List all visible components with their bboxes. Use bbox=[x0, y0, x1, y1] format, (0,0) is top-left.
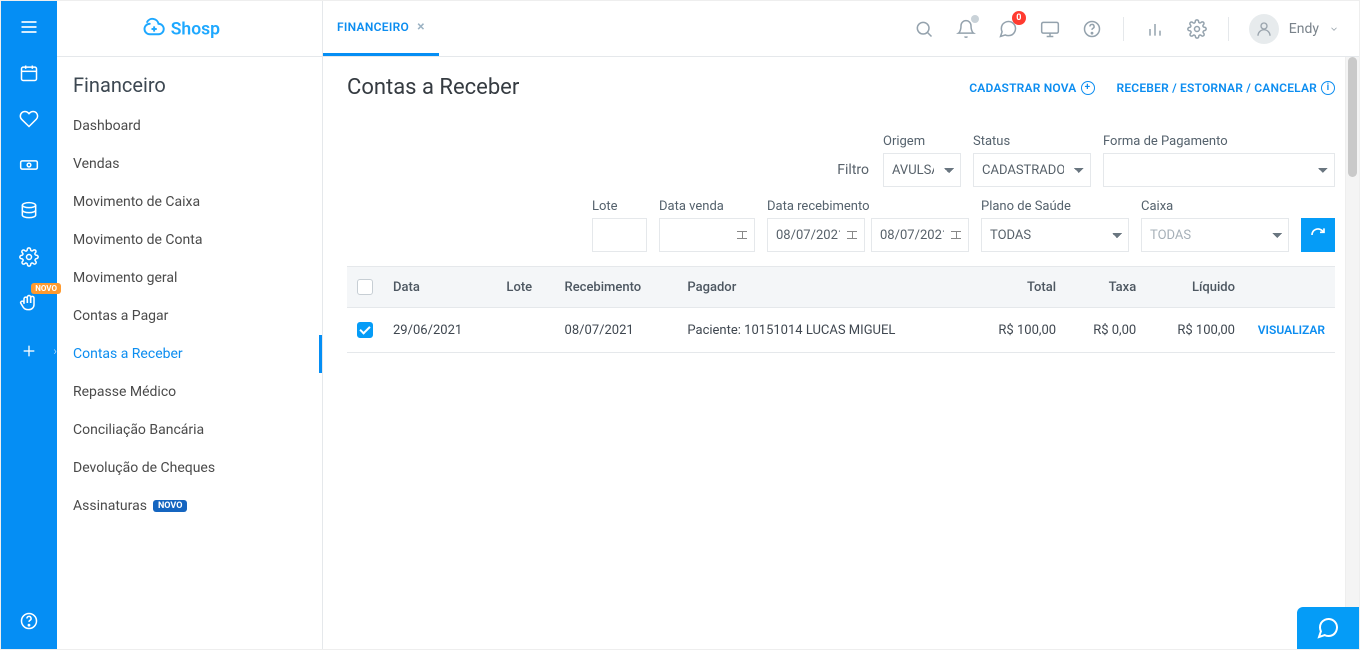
sidebar-item-movimento-geral[interactable]: Movimento geral bbox=[57, 259, 322, 297]
money-icon[interactable] bbox=[17, 153, 41, 177]
chat-fab[interactable] bbox=[1297, 607, 1359, 649]
scrollbar[interactable] bbox=[1345, 57, 1359, 649]
action-receber-estornar[interactable]: RECEBER / ESTORNAR / CANCELARi bbox=[1117, 81, 1336, 95]
col-data: Data bbox=[383, 267, 496, 308]
col-recebimento: Recebimento bbox=[555, 267, 678, 308]
novo-badge: NOVO bbox=[31, 283, 61, 294]
gear-icon[interactable] bbox=[1186, 18, 1208, 40]
cell-taxa: R$ 0,00 bbox=[1066, 308, 1146, 353]
datavenda-input[interactable] bbox=[659, 218, 755, 252]
icon-rail: NOVO bbox=[1, 1, 57, 649]
topbar-actions: 0 E bbox=[913, 14, 1339, 44]
brand-text: Shosp bbox=[170, 19, 219, 39]
page-title: Contas a Receber bbox=[347, 75, 519, 100]
page-actions: CADASTRAR NOVA+ RECEBER / ESTORNAR / CAN… bbox=[969, 81, 1335, 95]
status-label: Status bbox=[973, 134, 1091, 149]
col-pagador: Pagador bbox=[677, 267, 967, 308]
separator bbox=[1228, 17, 1229, 41]
chevron-down-icon bbox=[1329, 24, 1339, 34]
sidebar-item-movimento-caixa[interactable]: Movimento de Caixa bbox=[57, 183, 322, 221]
sidebar-item-assinaturas[interactable]: Assinaturas NOVO bbox=[57, 487, 322, 525]
status-select[interactable]: CADASTRADO bbox=[973, 153, 1091, 187]
action-cadastrar-nova[interactable]: CADASTRAR NOVA+ bbox=[969, 81, 1094, 95]
brand-logo[interactable]: Shosp bbox=[57, 1, 322, 57]
datareceb-from-input[interactable] bbox=[767, 218, 865, 252]
filtro-label: Filtro bbox=[837, 153, 871, 187]
forma-pagamento-select[interactable] bbox=[1103, 153, 1335, 187]
separator bbox=[1123, 17, 1124, 41]
user-menu[interactable]: Endy bbox=[1249, 14, 1339, 44]
filters: Filtro Origem AVULSA Status CADASTRADO F… bbox=[347, 134, 1335, 252]
sidebar-item-devolucao-cheques[interactable]: Devolução de Cheques bbox=[57, 449, 322, 487]
col-liquido: Líquido bbox=[1146, 267, 1245, 308]
table-row: 29/06/2021 08/07/2021 Paciente: 10151014… bbox=[347, 308, 1335, 353]
heart-icon[interactable] bbox=[17, 107, 41, 131]
origem-select[interactable]: AVULSA bbox=[883, 153, 961, 187]
tab-financeiro[interactable]: FINANCEIRO × bbox=[323, 1, 439, 56]
col-taxa: Taxa bbox=[1066, 267, 1146, 308]
origem-label: Origem bbox=[883, 134, 961, 149]
main: FINANCEIRO × 0 bbox=[323, 1, 1359, 649]
help-icon[interactable] bbox=[17, 609, 41, 633]
sidebar-item-conciliacao[interactable]: Conciliação Bancária bbox=[57, 411, 322, 449]
search-icon[interactable] bbox=[913, 18, 935, 40]
bar-chart-icon[interactable] bbox=[1144, 18, 1166, 40]
sidebar-item-contas-pagar[interactable]: Contas a Pagar bbox=[57, 297, 322, 335]
lote-input[interactable] bbox=[592, 218, 647, 252]
lote-label: Lote bbox=[592, 199, 647, 214]
tab-label: FINANCEIRO bbox=[337, 20, 409, 34]
datareceb-label: Data recebimento bbox=[767, 199, 969, 214]
topbar: FINANCEIRO × 0 bbox=[323, 1, 1359, 57]
sidebar-title: Financeiro bbox=[57, 57, 322, 107]
plano-label: Plano de Saúde bbox=[981, 199, 1129, 214]
notification-dot bbox=[971, 15, 979, 23]
select-all-checkbox[interactable] bbox=[357, 279, 373, 295]
settings-gear-icon[interactable] bbox=[17, 245, 41, 269]
sidebar-item-vendas[interactable]: Vendas bbox=[57, 145, 322, 183]
calendar-icon[interactable] bbox=[17, 61, 41, 85]
plus-circle-icon: + bbox=[1081, 81, 1095, 95]
forma-label: Forma de Pagamento bbox=[1103, 134, 1335, 149]
visualizar-link[interactable]: VISUALIZAR bbox=[1258, 323, 1325, 337]
add-button[interactable] bbox=[15, 337, 43, 365]
sidebar-item-contas-receber[interactable]: Contas a Receber bbox=[57, 335, 322, 373]
col-total: Total bbox=[967, 267, 1066, 308]
caixa-select[interactable]: TODAS bbox=[1141, 218, 1289, 252]
cell-data: 29/06/2021 bbox=[383, 308, 496, 353]
datareceb-to-input[interactable] bbox=[871, 218, 969, 252]
menu-icon[interactable] bbox=[17, 15, 41, 39]
sidebar-item-repasse-medico[interactable]: Repasse Médico bbox=[57, 373, 322, 411]
avatar-icon bbox=[1249, 14, 1279, 44]
info-circle-icon: i bbox=[1321, 81, 1335, 95]
help-circle-icon[interactable] bbox=[1081, 18, 1103, 40]
row-checkbox[interactable] bbox=[357, 322, 373, 338]
receivables-table: Data Lote Recebimento Pagador Total Taxa… bbox=[347, 266, 1335, 353]
sidebar-item-dashboard[interactable]: Dashboard bbox=[57, 107, 322, 145]
caixa-label: Caixa bbox=[1141, 199, 1289, 214]
cell-recebimento: 08/07/2021 bbox=[555, 308, 678, 353]
user-name: Endy bbox=[1289, 21, 1319, 37]
tab-close-icon[interactable]: × bbox=[417, 19, 425, 35]
col-lote: Lote bbox=[496, 267, 554, 308]
bell-icon[interactable] bbox=[955, 18, 977, 40]
sidebar-nav: Dashboard Vendas Movimento de Caixa Movi… bbox=[57, 107, 322, 525]
cell-pagador: Paciente: 10151014 LUCAS MIGUEL bbox=[677, 308, 967, 353]
tabs: FINANCEIRO × bbox=[323, 1, 439, 56]
plano-saude-select[interactable]: TODAS bbox=[981, 218, 1129, 252]
cell-total: R$ 100,00 bbox=[967, 308, 1066, 353]
message-count: 0 bbox=[1012, 11, 1026, 25]
sidebar: Shosp Financeiro Dashboard Vendas Movime… bbox=[57, 1, 323, 649]
cell-liquido: R$ 100,00 bbox=[1146, 308, 1245, 353]
monitor-icon[interactable] bbox=[1039, 18, 1061, 40]
novo-pill: NOVO bbox=[153, 500, 188, 512]
database-icon[interactable] bbox=[17, 199, 41, 223]
datavenda-label: Data venda bbox=[659, 199, 755, 214]
content: Contas a Receber CADASTRAR NOVA+ RECEBER… bbox=[323, 57, 1359, 649]
refresh-button[interactable] bbox=[1301, 218, 1335, 252]
sidebar-item-movimento-conta[interactable]: Movimento de Conta bbox=[57, 221, 322, 259]
hand-icon[interactable]: NOVO bbox=[17, 291, 41, 315]
chat-icon[interactable]: 0 bbox=[997, 18, 1019, 40]
cell-lote bbox=[496, 308, 554, 353]
